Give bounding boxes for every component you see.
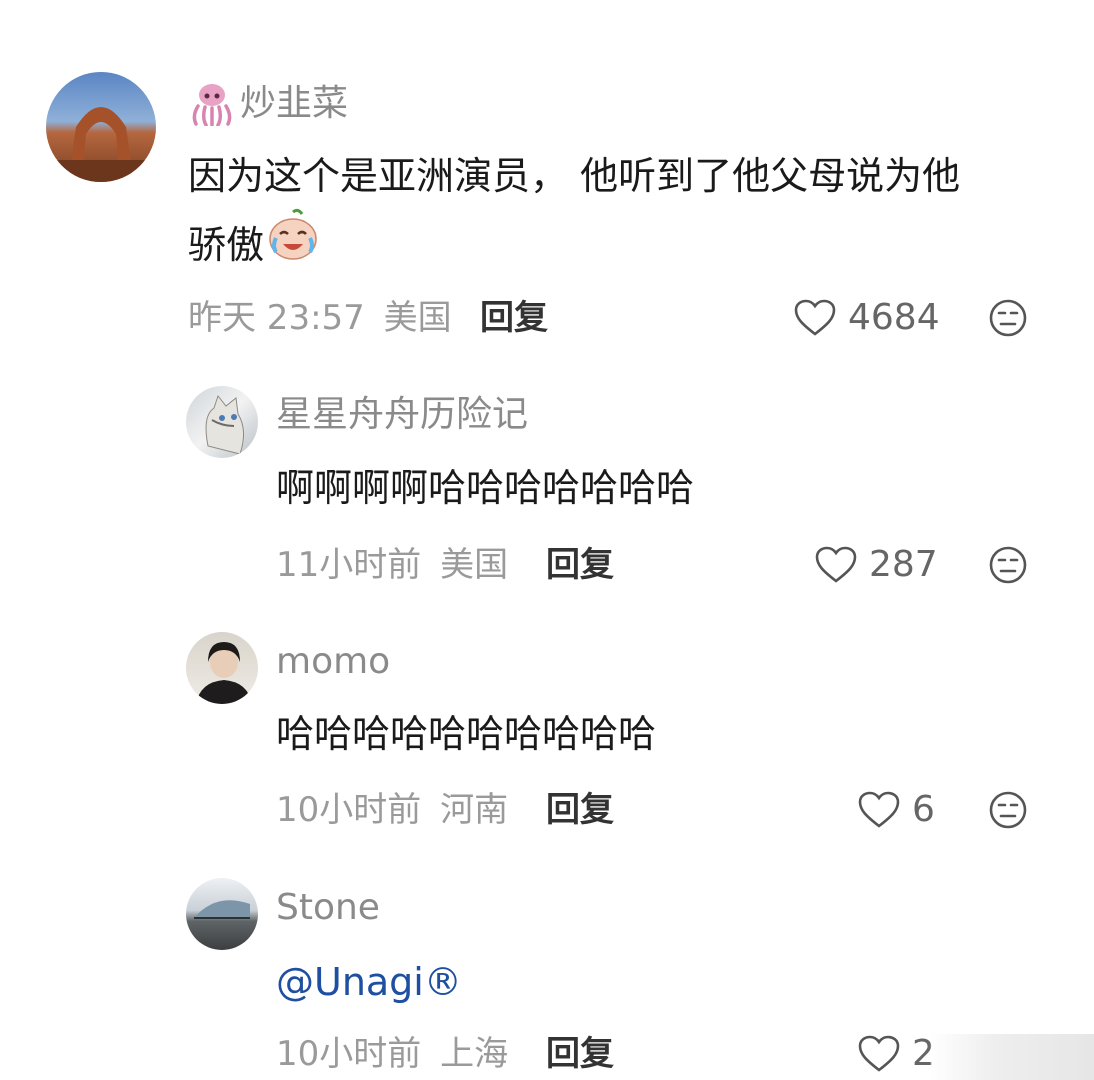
comment-text-line: 骄傲	[188, 208, 1068, 281]
username[interactable]: 星星舟舟历险记	[276, 393, 528, 437]
timestamp: 10小时前	[276, 1034, 422, 1074]
timestamp: 11小时前	[276, 545, 422, 585]
avatar[interactable]	[186, 632, 258, 704]
like-button[interactable]: 287	[815, 543, 938, 587]
username[interactable]: 炒韭菜	[240, 82, 348, 126]
avatar[interactable]	[186, 386, 258, 458]
neutral-face-icon[interactable]	[988, 545, 1028, 585]
comment-text-part: 骄傲	[188, 222, 265, 267]
avatar[interactable]	[46, 72, 156, 182]
person-photo-icon	[196, 642, 252, 704]
comment-meta: 11小时前 美国	[276, 543, 508, 587]
watermark-overlay	[930, 1034, 1094, 1080]
comment-text: 因为这个是亚洲演员， 他听到了他父母说为他 骄傲	[188, 144, 1068, 281]
reply-button[interactable]: 回复	[546, 543, 614, 587]
comment-meta: 10小时前 上海	[276, 1032, 508, 1076]
like-count: 4684	[848, 297, 940, 338]
mention-link[interactable]: @Unagi®	[276, 950, 462, 1014]
heart-icon	[815, 546, 857, 583]
reply-button[interactable]: 回复	[480, 296, 548, 340]
username[interactable]: Stone	[276, 886, 380, 930]
location: 美国	[383, 298, 452, 338]
location: 美国	[440, 545, 509, 585]
comment-text: 哈哈哈哈哈哈哈哈哈哈	[276, 712, 657, 756]
like-button[interactable]: 4684	[794, 296, 940, 340]
like-button[interactable]: 2	[858, 1032, 935, 1076]
comment-text: 啊啊啊啊哈哈哈哈哈哈哈	[276, 466, 695, 510]
like-count: 287	[869, 544, 938, 585]
heart-icon	[794, 299, 836, 336]
location: 河南	[440, 790, 509, 830]
squid-emoji-icon	[188, 82, 236, 130]
neutral-face-icon[interactable]	[988, 790, 1028, 830]
avatar[interactable]	[186, 878, 258, 950]
reply-button[interactable]: 回复	[546, 788, 614, 832]
timestamp: 昨天 23:57	[188, 298, 365, 338]
comment-text-line: 因为这个是亚洲演员， 他听到了他父母说为他	[188, 154, 961, 198]
heart-icon	[858, 1035, 900, 1072]
cat-photo-icon	[205, 394, 244, 455]
building-photo-icon	[194, 900, 250, 919]
like-count: 6	[912, 789, 935, 830]
location: 上海	[440, 1034, 509, 1074]
comment-meta: 10小时前 河南	[276, 788, 508, 832]
reply-button[interactable]: 回复	[546, 1032, 614, 1076]
comment-meta: 昨天 23:57 美国	[188, 296, 452, 340]
crying-laughing-emoji-icon	[266, 208, 320, 281]
username[interactable]: momo	[276, 640, 390, 684]
neutral-face-icon[interactable]	[988, 298, 1028, 338]
timestamp: 10小时前	[276, 790, 422, 830]
arch-photo-icon	[46, 107, 156, 182]
heart-icon	[858, 791, 900, 828]
like-button[interactable]: 6	[858, 788, 935, 832]
